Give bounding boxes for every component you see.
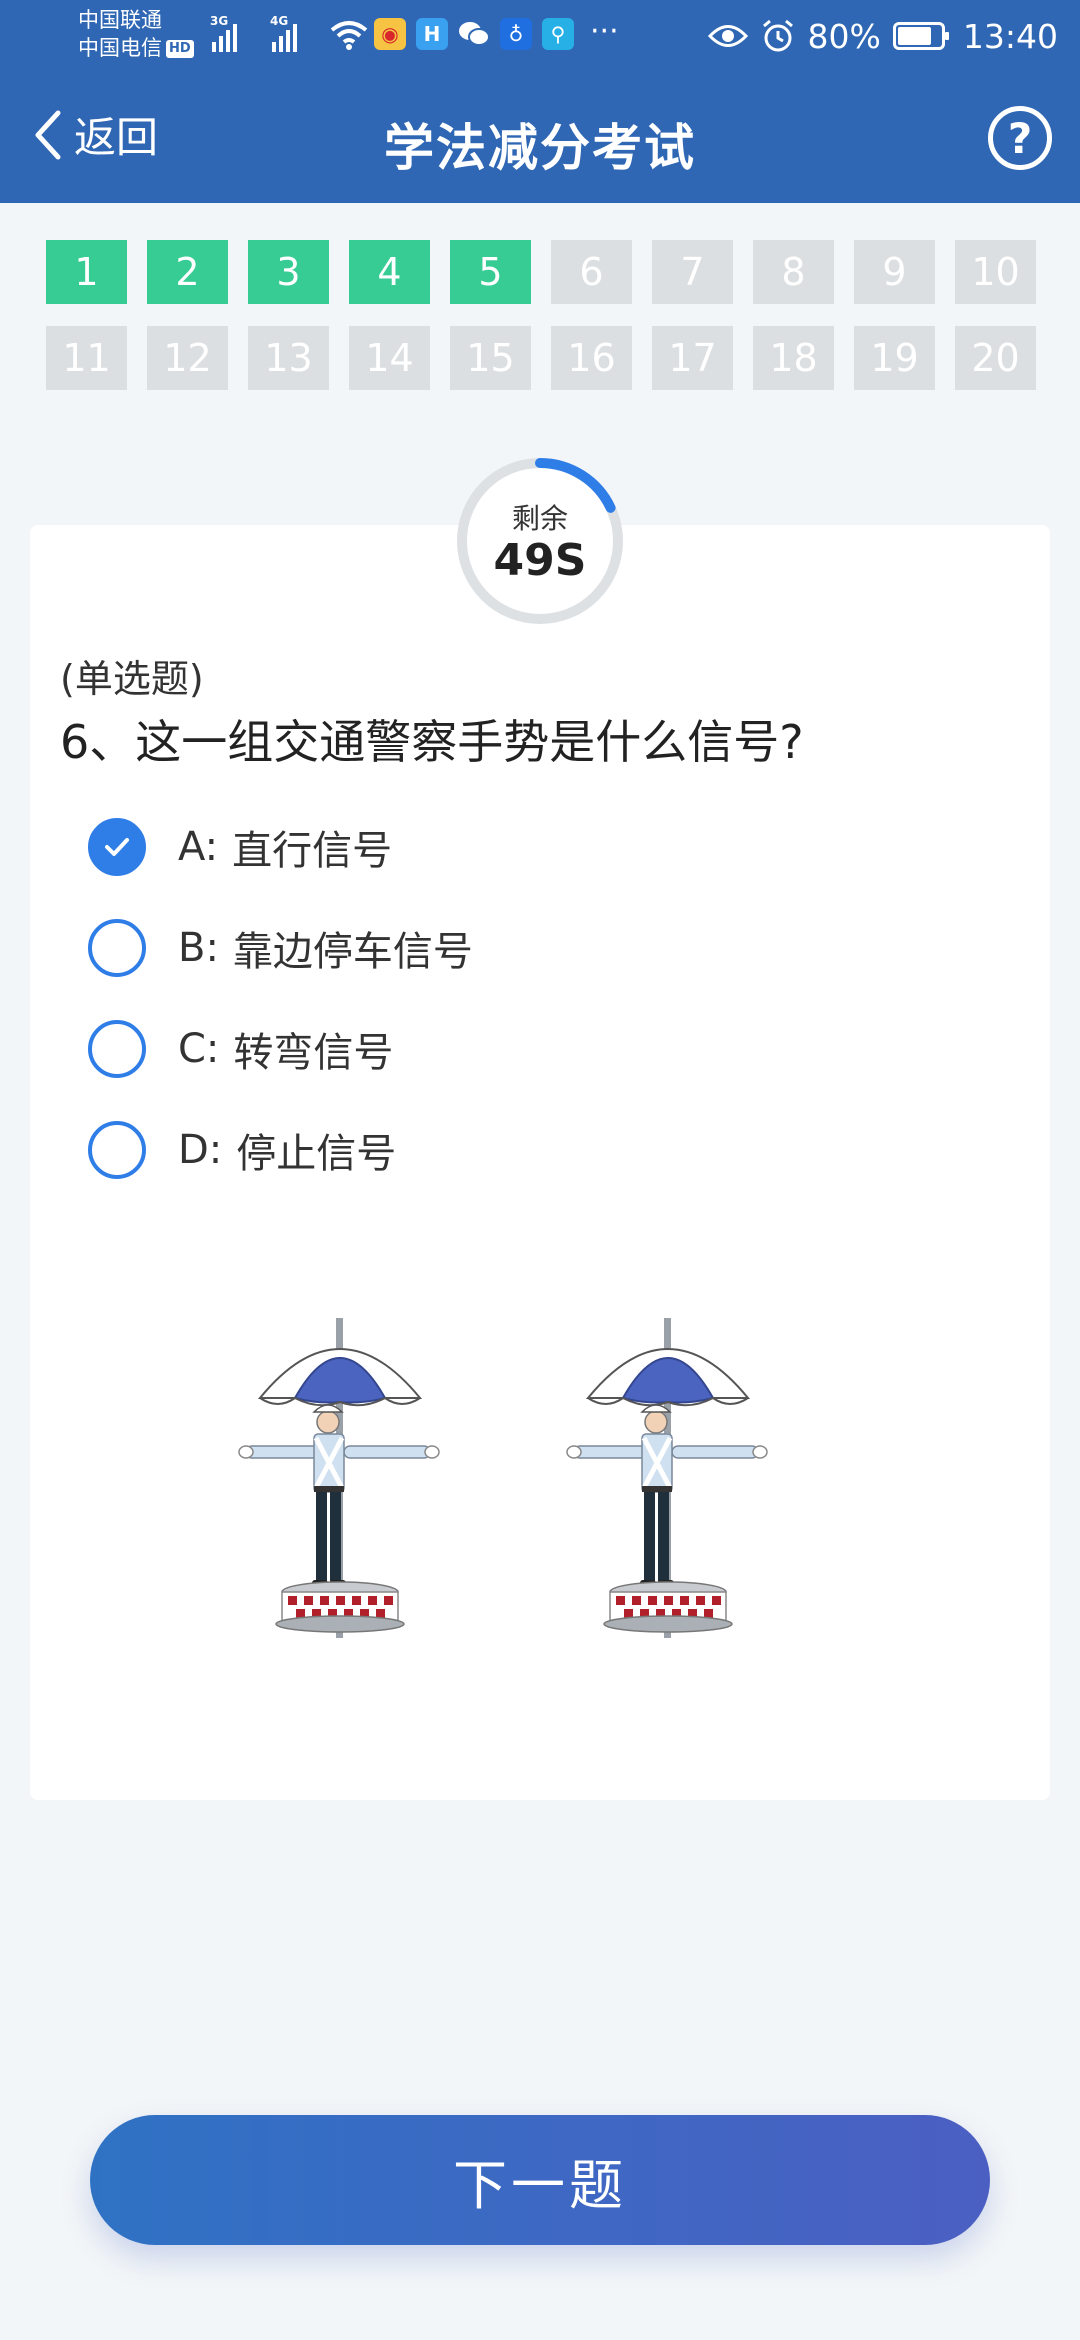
question-number-1[interactable]: 1: [46, 240, 127, 304]
question-navigator: 1 2 3 4 5 6 7 8 9 10 11 12 13 14 15 16 17 18 19 20: [46, 240, 1036, 390]
option-c-text: 转弯信号: [233, 1030, 394, 1076]
police-figure-right: [567, 1318, 767, 1638]
next-question-label: 下一题: [453, 2153, 627, 2217]
question-number-13[interactable]: 13: [248, 326, 329, 390]
question-number-15[interactable]: 15: [450, 326, 531, 390]
question-number-17[interactable]: 17: [652, 326, 733, 390]
signal-4g-icon: 4G: [270, 14, 297, 52]
police-figure-left: [239, 1318, 439, 1638]
eye-icon: [707, 25, 748, 47]
question-number-19[interactable]: 19: [854, 326, 935, 390]
traffic-police-gesture-image: [230, 1310, 850, 1690]
carrier-2: 中国电信: [78, 36, 162, 60]
next-question-button[interactable]: 下一题: [90, 2115, 990, 2245]
question-number-9[interactable]: 9: [854, 240, 935, 304]
question-number-16[interactable]: 16: [551, 326, 632, 390]
option-c-radio[interactable]: [88, 1020, 146, 1078]
carrier-info: 中国联通 中国电信 HD: [78, 6, 194, 62]
option-d-text: 停止信号: [236, 1131, 397, 1177]
search-app-icon: ⚲: [542, 18, 574, 50]
question-number-4[interactable]: 4: [349, 240, 430, 304]
battery-percent: 80%: [807, 16, 881, 56]
question-number-18[interactable]: 18: [753, 326, 834, 390]
option-b[interactable]: B: 靠边停车信号: [88, 919, 473, 977]
question-number-3[interactable]: 3: [248, 240, 329, 304]
question-number-20[interactable]: 20: [955, 326, 1036, 390]
question-type: (单选题): [60, 657, 204, 701]
question-number-6[interactable]: 6: [551, 240, 632, 304]
app-header: 返回 学法减分考试 ?: [0, 72, 1080, 203]
status-bar: 中国联通 中国电信 HD 3G 4G ◉ H ♁ ⚲ ··· 80% 13:40: [0, 0, 1080, 72]
timer-label: 剩余: [511, 502, 568, 535]
question-number-14[interactable]: 14: [349, 326, 430, 390]
hd-badge: HD: [166, 40, 194, 58]
question-number-7[interactable]: 7: [652, 240, 733, 304]
question-text: 6、这一组交通警察手势是什么信号?: [60, 715, 804, 769]
option-a-letter: A:: [178, 824, 219, 870]
question-number-2[interactable]: 2: [147, 240, 228, 304]
option-c[interactable]: C: 转弯信号: [88, 1020, 393, 1078]
wechat-icon: [458, 18, 490, 50]
question-number-5[interactable]: 5: [450, 240, 531, 304]
option-b-radio[interactable]: [88, 919, 146, 977]
bulb-app-icon: ♁: [500, 18, 532, 50]
more-indicator: ···: [590, 14, 619, 49]
help-button[interactable]: ?: [988, 106, 1052, 170]
weibo-icon: ◉: [374, 18, 406, 50]
option-a-text: 直行信号: [232, 828, 393, 874]
question-number-10[interactable]: 10: [955, 240, 1036, 304]
option-b-letter: B:: [178, 925, 219, 971]
option-a-radio[interactable]: [88, 818, 146, 876]
countdown-timer: 剩余 49S: [454, 455, 626, 627]
carrier-1: 中国联通: [78, 8, 162, 32]
timer-value: 49S: [493, 535, 587, 586]
h-app-icon: H: [416, 18, 448, 50]
question-number-11[interactable]: 11: [46, 326, 127, 390]
option-d[interactable]: D: 停止信号: [88, 1121, 396, 1179]
network-type-2: 4G: [270, 14, 289, 28]
alarm-icon: [762, 19, 793, 52]
option-c-letter: C:: [178, 1026, 220, 1072]
question-number-12[interactable]: 12: [147, 326, 228, 390]
wifi-icon: [330, 21, 368, 50]
page-title: 学法减分考试: [384, 119, 696, 177]
signal-3g-icon: 3G: [210, 14, 237, 52]
checkmark-icon: [105, 838, 129, 856]
option-d-letter: D:: [178, 1127, 223, 1173]
help-icon: ?: [1007, 113, 1033, 163]
network-type-1: 3G: [210, 14, 229, 28]
option-d-radio[interactable]: [88, 1121, 146, 1179]
question-number-8[interactable]: 8: [753, 240, 834, 304]
battery-icon: [892, 22, 949, 50]
option-b-text: 靠边停车信号: [232, 929, 473, 975]
option-a[interactable]: A: 直行信号: [88, 818, 392, 876]
clock: 13:40: [962, 16, 1058, 56]
